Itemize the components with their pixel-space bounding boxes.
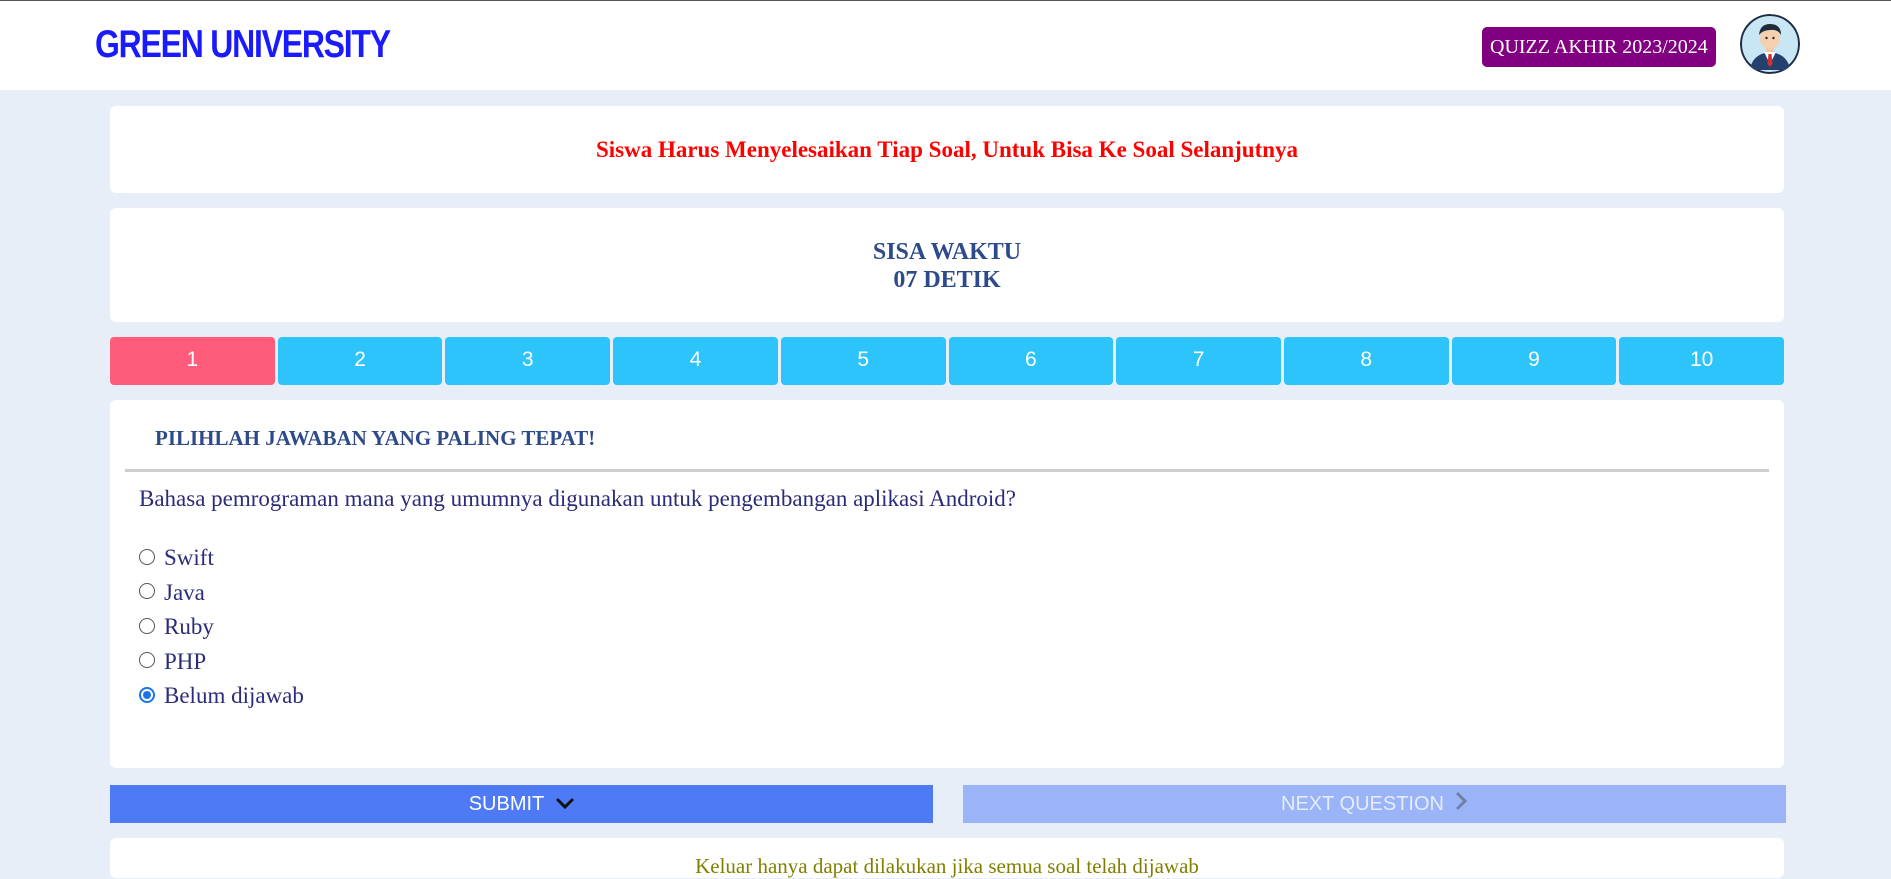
answer-option-label: Java — [164, 579, 205, 605]
radio-button[interactable] — [139, 617, 155, 634]
radio-button-selected[interactable] — [139, 686, 155, 703]
chevron-right-icon — [1456, 792, 1468, 816]
quiz-badge: QUIZZ AKHIR 2023/2024 — [1482, 27, 1716, 67]
chevron-down-icon — [556, 793, 574, 816]
user-avatar-icon[interactable] — [1740, 14, 1800, 74]
question-nav-button-6[interactable]: 6 — [948, 337, 1114, 385]
timer: SISA WAKTU 07 DETIK — [110, 208, 1784, 294]
timer-label: SISA WAKTU — [872, 239, 1022, 265]
question-nav-button-2[interactable]: 2 — [277, 337, 443, 385]
question-text: Bahasa pemrograman mana yang umumnya dig… — [139, 486, 1016, 511]
notice-card: Siswa Harus Menyelesaikan Tiap Soal, Unt… — [110, 106, 1784, 193]
question-card: PILIHLAH JAWABAN YANG PALING TEPAT! Baha… — [110, 400, 1784, 768]
question-nav-button-4[interactable]: 4 — [613, 337, 778, 385]
radio-button[interactable] — [139, 652, 155, 669]
next-question-label: NEXT QUESTION — [1281, 792, 1444, 815]
radio-button[interactable] — [139, 548, 155, 565]
question-nav-button-8[interactable]: 8 — [1283, 337, 1449, 385]
question-nav-button-10[interactable]: 10 — [1619, 337, 1785, 385]
answer-option-label: Ruby — [164, 614, 214, 640]
brand-logo: GREEN UNIVERSITY — [95, 23, 391, 66]
question-nav: 1 2 3 4 5 6 7 8 9 10 — [110, 337, 1785, 385]
next-question-button[interactable]: NEXT QUESTION — [963, 785, 1786, 823]
timer-value: 07 DETIK — [893, 267, 1001, 293]
question-nav-button-3[interactable]: 3 — [445, 337, 611, 385]
submit-button[interactable]: SUBMIT — [110, 785, 933, 823]
answer-option-swift[interactable]: Swift — [139, 541, 304, 576]
answer-option-unanswered[interactable]: Belum dijawab — [139, 679, 304, 714]
answer-option-java[interactable]: Java — [139, 576, 304, 611]
footer-text: Keluar hanya dapat dilakukan jika semua … — [695, 854, 1199, 878]
timer-card: SISA WAKTU 07 DETIK — [110, 208, 1784, 322]
radio-button[interactable] — [139, 583, 155, 600]
divider — [125, 469, 1769, 472]
notice-text: Siswa Harus Menyelesaikan Tiap Soal, Unt… — [595, 137, 1299, 162]
header: GREEN UNIVERSITY QUIZZ AKHIR 2023/2024 — [0, 1, 1891, 90]
answer-option-label: PHP — [164, 648, 207, 674]
answer-options: Swift Java Ruby PHP Belum dijawab — [139, 541, 304, 714]
submit-label: SUBMIT — [468, 792, 545, 815]
question-nav-button-5[interactable]: 5 — [780, 337, 946, 385]
footer-card: Keluar hanya dapat dilakukan jika semua … — [110, 838, 1784, 878]
answer-option-ruby[interactable]: Ruby — [139, 610, 304, 645]
question-nav-button-9[interactable]: 9 — [1451, 337, 1617, 385]
question-nav-button-1[interactable]: 1 — [110, 337, 275, 385]
question-nav-button-7[interactable]: 7 — [1116, 337, 1281, 385]
answer-option-label: Swift — [164, 545, 214, 571]
answer-option-label: Belum dijawab — [164, 683, 304, 709]
question-instruction: PILIHLAH JAWABAN YANG PALING TEPAT! — [155, 426, 596, 450]
answer-option-php[interactable]: PHP — [139, 645, 304, 680]
